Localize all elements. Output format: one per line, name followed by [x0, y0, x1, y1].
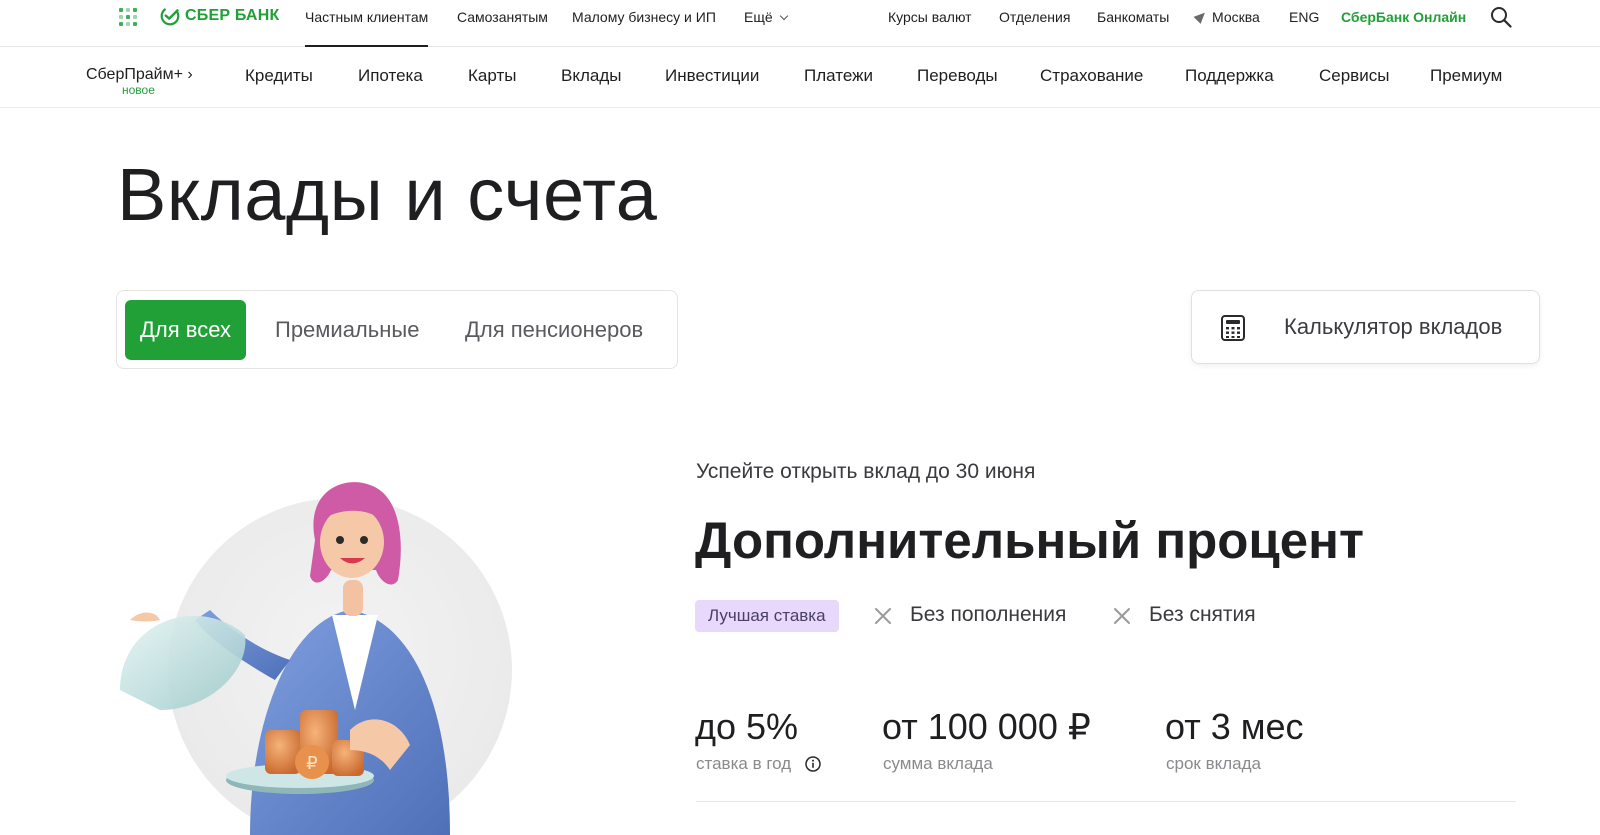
stat-term-caption: срок вклада [1166, 754, 1261, 773]
atms-link[interactable]: Банкоматы [1097, 9, 1169, 25]
stat-amount-value: от 100 000 ₽ [882, 706, 1091, 747]
segment-private-clients[interactable]: Частным клиентам [305, 9, 429, 47]
best-rate-badge: Лучшая ставка [695, 600, 839, 632]
close-cross-icon [1114, 608, 1130, 624]
search-icon[interactable] [1490, 6, 1512, 28]
sberprime-link[interactable]: СберПрайм+ › [86, 66, 193, 84]
segment-more-menu[interactable]: Ещё [744, 9, 788, 25]
feature-no-topup: Без пополнения [910, 603, 1067, 626]
chevron-down-icon [779, 11, 788, 21]
hero-illustration: ₽ [120, 482, 512, 835]
svg-text:₽: ₽ [306, 753, 317, 774]
sberbank-online-link[interactable]: СберБанк Онлайн [1341, 9, 1466, 25]
tab-pensioners[interactable]: Для пенсионеров [465, 300, 643, 360]
nav-services[interactable]: Сервисы [1319, 66, 1389, 86]
nav-premium[interactable]: Премиум [1430, 66, 1502, 86]
nav-deposits[interactable]: Вклады [561, 66, 621, 86]
nav-support[interactable]: Поддержка [1185, 66, 1274, 86]
location-arrow-icon [1193, 9, 1209, 24]
nav-mortgage[interactable]: Ипотека [358, 66, 423, 86]
product-nav: СберПрайм+ › новое Кредиты Ипотека Карты… [0, 47, 1600, 108]
apps-grid-icon[interactable] [119, 8, 137, 26]
nav-cards[interactable]: Карты [468, 66, 516, 86]
segment-self-employed[interactable]: Самозанятым [457, 9, 548, 25]
city-selector[interactable]: Москва [1193, 9, 1260, 25]
more-label: Ещё [744, 9, 773, 25]
stat-rate-value: до 5% [695, 706, 799, 747]
promo-title: Дополнительный процент [695, 512, 1364, 569]
calculator-label: Калькулятор вкладов [1284, 314, 1503, 339]
segment-small-business[interactable]: Малому бизнесу и ИП [572, 9, 716, 25]
tab-for-everyone[interactable]: Для всех [125, 300, 246, 360]
promo-kicker: Успейте открыть вклад до 30 июня [696, 460, 1036, 483]
nav-transfers[interactable]: Переводы [917, 66, 998, 86]
feature-no-withdrawal: Без снятия [1149, 603, 1256, 626]
city-label: Москва [1212, 9, 1260, 25]
new-badge: новое [122, 83, 155, 97]
deposit-category-tabs: Для всех Премиальные Для пенсионеров [116, 290, 678, 369]
sber-logo-icon [160, 6, 180, 26]
language-switch[interactable]: ENG [1289, 9, 1319, 25]
stat-rate-caption: ставка в год [696, 754, 792, 773]
stat-amount-caption: сумма вклада [883, 754, 993, 773]
nav-payments[interactable]: Платежи [804, 66, 873, 86]
stat-term-value: от 3 мес [1165, 706, 1304, 747]
top-bar: СБЕР БАНК Частным клиентам Самозанятым М… [0, 0, 1600, 47]
calculator-icon [1221, 315, 1245, 341]
close-cross-icon [875, 608, 891, 624]
branches-link[interactable]: Отделения [999, 9, 1070, 25]
tab-premium[interactable]: Премиальные [275, 300, 419, 360]
nav-investments[interactable]: Инвестиции [665, 66, 759, 86]
page-title: Вклады и счета [117, 153, 658, 236]
deposit-calculator-button[interactable]: Калькулятор вкладов [1191, 290, 1540, 364]
sber-logo[interactable]: СБЕР БАНК [160, 6, 279, 26]
info-icon[interactable] [805, 756, 821, 772]
nav-credits[interactable]: Кредиты [245, 66, 313, 86]
divider [696, 801, 1516, 802]
nav-insurance[interactable]: Страхование [1040, 66, 1143, 86]
exchange-rates-link[interactable]: Курсы валют [888, 9, 972, 25]
logo-text: СБЕР БАНК [185, 7, 280, 24]
